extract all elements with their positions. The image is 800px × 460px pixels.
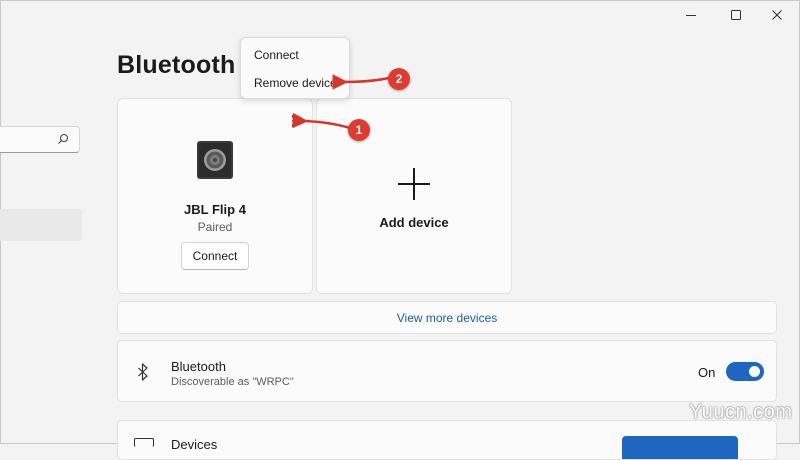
annotation-badge-2: 2 — [388, 68, 410, 90]
watermark: Yuucn.com — [689, 401, 793, 423]
arrow-1 — [292, 112, 351, 130]
arrow-2 — [332, 74, 390, 90]
annotation-arrows — [292, 74, 390, 130]
annotation-badge-1: 1 — [348, 119, 370, 141]
